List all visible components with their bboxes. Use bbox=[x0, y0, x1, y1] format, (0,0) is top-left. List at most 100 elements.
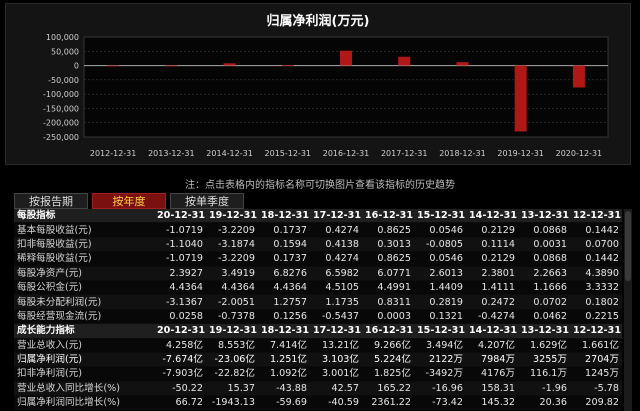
indicator-name[interactable]: 归属净利润同比增长(%) bbox=[14, 395, 154, 411]
table-cell: -5.78 bbox=[570, 381, 622, 397]
indicator-name[interactable]: 每股未分配利润(元) bbox=[14, 294, 154, 310]
table-cell: 4.4991 bbox=[362, 280, 414, 296]
table-cell: -3492万 bbox=[414, 366, 466, 382]
indicator-name[interactable]: 基本每股收益(元) bbox=[14, 222, 154, 238]
table-cell: 0.0546 bbox=[414, 222, 466, 238]
table-cell: -3.2209 bbox=[206, 251, 258, 267]
table-cell: 15.37 bbox=[206, 381, 258, 397]
table-cell: 42.57 bbox=[310, 381, 362, 397]
column-header: 12-12-31 bbox=[570, 323, 622, 339]
column-header: 15-12-31 bbox=[414, 323, 466, 339]
indicator-name[interactable]: 每股经营现金流(元) bbox=[14, 309, 154, 325]
tab-by-year[interactable]: 按年度 bbox=[92, 193, 166, 209]
x-tick-label: 2015-12-31 bbox=[265, 149, 312, 158]
table-cell: -23.06亿 bbox=[206, 352, 258, 368]
table-cell: 0.0868 bbox=[518, 222, 570, 238]
chart-panel: 归属净利润(万元) 100,000 50,000 0 -50,000 -100,000-… bbox=[5, 3, 631, 165]
table-cell: -3.2209 bbox=[206, 222, 258, 238]
table-cell: 2361.22 bbox=[362, 395, 414, 411]
indicator-name[interactable]: 每股净资产(元) bbox=[14, 266, 154, 281]
x-tick-label: 2020-12-31 bbox=[556, 149, 603, 158]
x-tick-label: 2017-12-31 bbox=[381, 149, 428, 158]
column-header: 14-12-31 bbox=[466, 209, 518, 224]
indicator-name[interactable]: 扣非每股收益(元) bbox=[14, 237, 154, 253]
table-row[interactable]: 归属净利润同比增长(%) 66.72 -1943.13 -59.69 -40.59 236… bbox=[14, 395, 622, 411]
y-tick-label: -250,000 bbox=[43, 133, 79, 142]
table-cell: 4.3890 bbox=[570, 266, 622, 281]
table-row[interactable]: 每股净资产(元) 2.3927 3.4919 6.8276 6.5982 6.0771 2.… bbox=[14, 266, 622, 281]
table-row[interactable]: 每股未分配利润(元) -3.1367 -2.0051 1.2757 1.1735 0.83… bbox=[14, 294, 622, 310]
y-tick-label: -50,000 bbox=[48, 76, 79, 85]
table-cell: 3255万 bbox=[518, 352, 570, 368]
table-cell: -43.88 bbox=[258, 381, 310, 397]
table-cell: 66.72 bbox=[154, 395, 206, 411]
table-cell: 145.32 bbox=[466, 395, 518, 411]
table-cell: 4176万 bbox=[466, 366, 518, 382]
tab-by-report-period[interactable]: 按报告期 bbox=[14, 193, 88, 209]
table-row[interactable]: 营业总收入(元) 4.258亿 8.553亿 7.414亿 13.21亿 9.266亿 3.… bbox=[14, 338, 622, 353]
table-cell: 0.1321 bbox=[414, 309, 466, 325]
bar[interactable] bbox=[456, 62, 469, 66]
table-cell: 1245万 bbox=[570, 366, 622, 382]
table-row[interactable]: 扣非每股收益(元) -1.1040 -3.1874 0.1594 0.4138 0.301… bbox=[14, 237, 622, 253]
table-row[interactable]: 每股公积金(元) 4.4364 4.4364 4.4364 4.5105 4.4991 1.… bbox=[14, 280, 622, 296]
tab-by-quarter[interactable]: 按单季度 bbox=[170, 193, 244, 209]
indicator-name[interactable]: 营业总收入同比增长(%) bbox=[14, 381, 154, 397]
table-row[interactable]: 归属净利润(元) -7.674亿 -23.06亿 1.251亿 3.103亿 5.224亿… bbox=[14, 352, 622, 368]
table-cell: 7984万 bbox=[466, 352, 518, 368]
table-cell: 13.21亿 bbox=[310, 338, 362, 353]
table-cell: 0.4274 bbox=[310, 222, 362, 238]
bar[interactable] bbox=[223, 63, 236, 66]
table-cell: 5.224亿 bbox=[362, 352, 414, 368]
column-header: 18-12-31 bbox=[258, 323, 310, 339]
bar-chart: 100,000 50,000 0 -50,000 -100,000 -150,000 -20… bbox=[43, 33, 609, 158]
table-cell: 6.0771 bbox=[362, 266, 414, 281]
table-cell: 4.4364 bbox=[154, 280, 206, 296]
indicator-name[interactable]: 归属净利润(元) bbox=[14, 352, 154, 368]
x-tick-label: 2012-12-31 bbox=[90, 149, 137, 158]
table-cell: -50.22 bbox=[154, 381, 206, 397]
column-header: 16-12-31 bbox=[362, 209, 414, 224]
column-header: 20-12-31 bbox=[154, 323, 206, 339]
table-scrollbar[interactable] bbox=[624, 209, 632, 411]
table-row[interactable]: 营业总收入同比增长(%) -50.22 15.37 -43.88 42.57 165.22… bbox=[14, 381, 622, 397]
x-tick-label: 2019-12-31 bbox=[497, 149, 544, 158]
table-cell: 0.0702 bbox=[518, 294, 570, 310]
table-cell: -3.1874 bbox=[206, 237, 258, 253]
table-row[interactable]: 每股经营现金流(元) 0.0258 -0.7378 0.1256 -0.5437 0.00… bbox=[14, 309, 622, 325]
table-cell: 9.266亿 bbox=[362, 338, 414, 353]
table-row[interactable]: 基本每股收益(元) -1.0719 -3.2209 0.1737 0.4274 0.862… bbox=[14, 222, 622, 238]
table-cell: -0.7378 bbox=[206, 309, 258, 325]
scrollbar-thumb[interactable] bbox=[625, 211, 631, 281]
table-cell: 8.553亿 bbox=[206, 338, 258, 353]
table-row[interactable]: 稀释每股收益(元) -1.0719 -3.2209 0.1737 0.4274 0.862… bbox=[14, 251, 622, 267]
indicator-name[interactable]: 稀释每股收益(元) bbox=[14, 251, 154, 267]
chart-note: 注：点击表格内的指标名称可切换图片查看该指标的历史趋势 bbox=[185, 180, 455, 191]
table-row[interactable]: 扣非净利润(元) -7.903亿 -22.82亿 1.092亿 3.001亿 1.825亿… bbox=[14, 366, 622, 382]
table-cell: -7.903亿 bbox=[154, 366, 206, 382]
bar[interactable] bbox=[514, 65, 527, 132]
section-header-row: 成长能力指标 20-12-31 19-12-31 18-12-31 17-12-31 16… bbox=[14, 323, 622, 339]
table-cell: -1.1040 bbox=[154, 237, 206, 253]
section-header-row: 每股指标 20-12-31 19-12-31 18-12-31 17-12-31 16-1… bbox=[14, 209, 622, 224]
indicator-name[interactable]: 每股公积金(元) bbox=[14, 280, 154, 296]
table-cell: -1.0719 bbox=[154, 251, 206, 267]
table-cell: 0.2129 bbox=[466, 222, 518, 238]
column-header: 20-12-31 bbox=[154, 209, 206, 224]
column-header: 17-12-31 bbox=[310, 323, 362, 339]
indicator-name[interactable]: 扣非净利润(元) bbox=[14, 366, 154, 382]
bar[interactable] bbox=[340, 50, 352, 66]
bar[interactable] bbox=[165, 65, 178, 67]
table-cell: 6.5982 bbox=[310, 266, 362, 281]
table-cell: 0.1256 bbox=[258, 309, 310, 325]
table-cell: -1.0719 bbox=[154, 222, 206, 238]
bar[interactable] bbox=[572, 65, 585, 88]
bar[interactable] bbox=[107, 65, 120, 67]
bar[interactable] bbox=[281, 65, 294, 66]
bar[interactable] bbox=[398, 56, 411, 66]
y-tick-label: -100,000 bbox=[43, 90, 79, 99]
indicator-name[interactable]: 营业总收入(元) bbox=[14, 338, 154, 353]
y-tick-label: 0 bbox=[74, 62, 79, 71]
table-cell: -0.5437 bbox=[310, 309, 362, 325]
table-cell: -16.96 bbox=[414, 381, 466, 397]
